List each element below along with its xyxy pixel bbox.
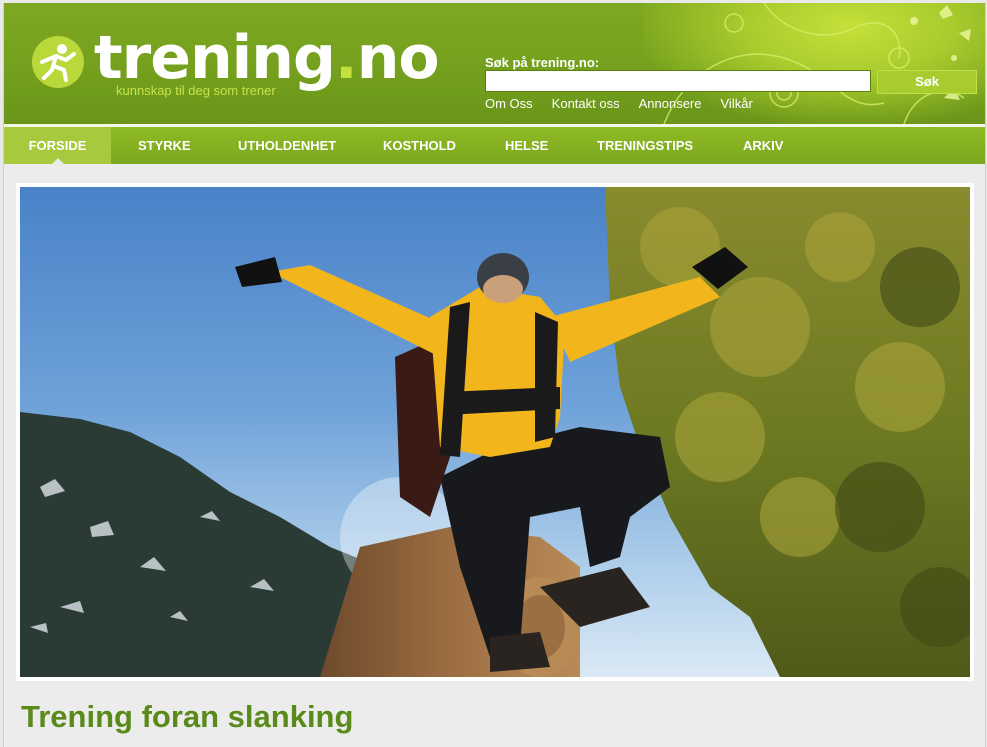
main-nav: FORSIDE STYRKE UTHOLDENHET KOSTHOLD HELS… [4,127,985,164]
search-label: Søk på trening.no: [485,55,600,70]
page-frame: trening.no kunnskap til deg som trener S… [3,3,986,747]
nav-item-treningstips[interactable]: TRENINGSTIPS [597,127,693,164]
nav-item-arkiv[interactable]: ARKIV [743,127,783,164]
logo-dot: . [334,23,358,93]
top-link-kontakt-oss[interactable]: Kontakt oss [552,96,620,111]
hero-image[interactable] [20,187,970,677]
logo-tld: no [356,23,440,93]
hero-illustration [20,187,970,677]
active-caret-icon [51,158,64,164]
search-input[interactable] [485,70,871,92]
nav-item-utholdenhet[interactable]: UTHOLDENHET [238,127,336,164]
top-link-annonsere[interactable]: Annonsere [639,96,702,111]
nav-item-helse[interactable]: HELSE [505,127,548,164]
top-link-vilkar[interactable]: Vilkår [721,96,753,111]
nav-item-styrke[interactable]: STYRKE [138,127,191,164]
hero-image-frame [16,183,974,681]
top-link-om-oss[interactable]: Om Oss [485,96,533,111]
logo-icon[interactable] [32,36,84,88]
top-links: Om Oss Kontakt oss Annonsere Vilkår [485,96,753,111]
nav-item-forside[interactable]: FORSIDE [4,127,111,164]
nav-item-kosthold[interactable]: KOSTHOLD [383,127,456,164]
search-button[interactable]: Søk [877,70,977,94]
nav-item-label: FORSIDE [28,138,87,153]
logo-tagline: kunnskap til deg som trener [116,83,276,98]
article-title[interactable]: Trening foran slanking [21,699,353,735]
site-header: trening.no kunnskap til deg som trener S… [4,3,985,127]
